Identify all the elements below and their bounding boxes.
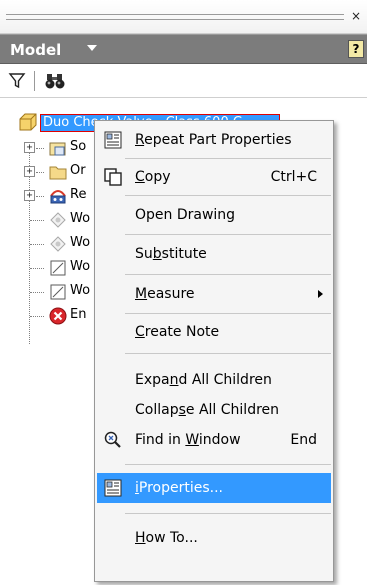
submenu-arrow-icon <box>318 290 323 298</box>
tree-item-label: Wo <box>70 235 91 250</box>
expand-icon[interactable]: + <box>24 190 35 201</box>
menu-item-repeat-part-properties[interactable]: Repeat Part Properties <box>97 125 331 155</box>
properties-icon <box>104 479 122 497</box>
help-icon[interactable]: ? <box>348 40 364 58</box>
menu-separator <box>125 513 331 514</box>
tree-line <box>30 316 44 317</box>
chevron-down-icon[interactable] <box>87 45 97 51</box>
filter-icon[interactable] <box>8 72 26 90</box>
menu-separator <box>125 234 331 235</box>
menu-item-label: Measure <box>135 286 195 302</box>
menu-item-measure[interactable]: Measure <box>97 279 331 309</box>
toolbar-divider <box>34 71 35 91</box>
work-point-icon <box>50 212 66 228</box>
menu-item-shortcut: Ctrl+C <box>270 169 317 185</box>
tree-line <box>30 220 44 221</box>
tree-line <box>36 148 44 149</box>
tree-line <box>30 244 44 245</box>
menu-item-label: How To... <box>135 530 198 546</box>
menu-item-label: Copy <box>135 169 171 185</box>
properties-icon <box>104 131 122 149</box>
menu-item-label: Substitute <box>135 246 207 262</box>
browser-toolbar <box>0 64 367 98</box>
work-point-icon <box>50 236 66 252</box>
model-browser-header[interactable]: Model ? <box>0 34 367 64</box>
tree-item-label: Wo <box>70 259 91 274</box>
menu-item-label: Collapse All Children <box>135 402 280 418</box>
expand-icon[interactable]: + <box>24 166 35 177</box>
menu-item-shortcut: End <box>290 432 317 448</box>
menu-separator <box>125 313 331 314</box>
menu-item-label: Find in Window <box>135 432 241 448</box>
close-icon[interactable]: × <box>351 10 361 22</box>
menu-item-open-drawing[interactable]: Open Drawing <box>97 200 331 230</box>
grip-line <box>6 19 344 20</box>
menu-separator <box>125 195 331 196</box>
work-plane-icon <box>50 260 66 276</box>
menu-item-iproperties[interactable]: iProperties... <box>97 473 331 503</box>
solid-bodies-icon <box>49 142 66 156</box>
menu-item-label: iProperties... <box>135 480 223 496</box>
tree-item-label: Or <box>70 163 86 178</box>
menu-item-expand-all-children[interactable]: Expand All Children <box>97 365 331 395</box>
tree-line <box>36 196 44 197</box>
binoculars-icon[interactable] <box>44 72 66 90</box>
panel-title[interactable]: Model <box>10 41 61 59</box>
menu-item-label: Open Drawing <box>135 207 236 223</box>
menu-item-how-to[interactable]: How To... <box>97 523 331 553</box>
menu-separator <box>125 274 331 275</box>
tree-line <box>30 292 44 293</box>
menu-item-copy[interactable]: Copy Ctrl+C <box>97 162 331 192</box>
menu-item-substitute[interactable]: Substitute <box>97 239 331 269</box>
tree-line <box>36 172 44 173</box>
find-in-window-icon <box>104 431 121 448</box>
work-plane-icon <box>50 284 66 300</box>
menu-separator <box>125 158 331 159</box>
expand-icon[interactable]: + <box>24 142 35 153</box>
menu-item-label: Create Note <box>135 324 220 340</box>
menu-item-label: Repeat Part Properties <box>135 132 292 148</box>
menu-item-find-in-window[interactable]: Find in Window End <box>97 425 331 455</box>
copy-icon <box>104 168 122 186</box>
menu-item-label: Expand All Children <box>135 372 272 388</box>
panel-title-strip[interactable]: × <box>0 0 367 34</box>
grip-line <box>6 14 344 15</box>
menu-item-collapse-all-children[interactable]: Collapse All Children <box>97 395 331 425</box>
tree-item-label: So <box>70 139 87 154</box>
tree-line <box>30 268 44 269</box>
menu-item-create-note[interactable]: Create Note <box>97 317 331 347</box>
end-of-part-icon <box>49 307 67 325</box>
part-icon <box>19 113 37 131</box>
tree-item-label: En <box>70 307 87 322</box>
origin-folder-icon <box>49 166 67 180</box>
representations-icon <box>50 190 66 204</box>
menu-separator <box>125 353 331 354</box>
tree-item-label: Wo <box>70 211 91 226</box>
context-menu: Repeat Part Properties Copy Ctrl+C Open … <box>94 120 334 582</box>
menu-separator <box>125 464 331 465</box>
tree-item-label: Re <box>70 187 87 202</box>
tree-item-label: Wo <box>70 283 91 298</box>
